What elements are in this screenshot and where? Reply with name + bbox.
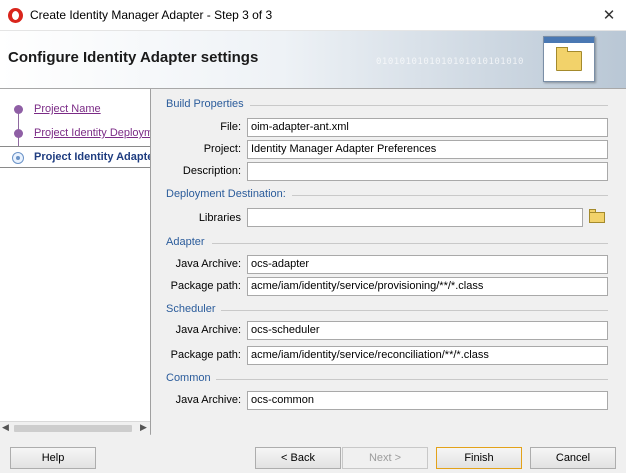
help-button[interactable]: Help [10, 447, 96, 469]
banner-binary-decoration: 0101010101010101010101010 [376, 57, 524, 67]
nav-step-project-name[interactable]: Project Name [0, 99, 150, 121]
section-scheduler: Scheduler [166, 303, 216, 315]
nav-step-project-identity-adapter[interactable]: Project Identity Adapter [0, 146, 151, 168]
back-button[interactable]: < Back [255, 447, 341, 469]
browse-folder-icon[interactable] [588, 209, 606, 223]
nav-step-project-identity-deployment[interactable]: Project Identity Deployment [0, 123, 150, 145]
section-divider [292, 195, 608, 196]
window-title: Create Identity Manager Adapter - Step 3… [30, 8, 273, 22]
nav-step-label[interactable]: Project Name [34, 103, 101, 115]
page-title: Configure Identity Adapter settings [8, 49, 259, 66]
scheduler-archive-label: Java Archive: [175, 324, 241, 336]
step-current-icon [12, 152, 24, 164]
common-archive-label: Java Archive: [175, 394, 241, 406]
step-done-icon [14, 105, 23, 114]
description-field[interactable] [247, 162, 608, 181]
nav-step-label[interactable]: Project Identity Deployment [34, 127, 150, 139]
adapter-package-label: Package path: [170, 280, 241, 292]
description-label: Description: [182, 165, 241, 177]
project-label: Project: [203, 143, 241, 155]
next-button[interactable]: Next > [342, 447, 428, 469]
scroll-left-icon[interactable]: ◀ [2, 423, 9, 433]
wizard-steps-panel: Project Name Project Identity Deployment… [0, 89, 151, 435]
scheduler-package-label: Package path: [170, 349, 241, 361]
adapter-package-field[interactable]: acme/iam/identity/service/provisioning/*… [247, 277, 608, 296]
scroll-right-icon[interactable]: ▶ [140, 423, 147, 433]
section-divider [221, 310, 608, 311]
section-adapter: Adapter [166, 236, 205, 248]
section-divider [250, 105, 608, 106]
scrollbar-thumb[interactable] [14, 425, 132, 432]
section-deployment-destination: Deployment Destination: [166, 188, 286, 200]
title-bar: Create Identity Manager Adapter - Step 3… [0, 0, 626, 31]
file-label: File: [220, 121, 241, 133]
step-done-icon [14, 129, 23, 138]
section-common: Common [166, 372, 211, 384]
adapter-archive-field[interactable]: ocs-adapter [247, 255, 608, 274]
project-field[interactable]: Identity Manager Adapter Preferences [247, 140, 608, 159]
cancel-button[interactable]: Cancel [530, 447, 616, 469]
nav-step-label: Project Identity Adapter [34, 151, 151, 163]
section-divider [216, 379, 608, 380]
wizard-folder-icon [543, 36, 595, 82]
section-divider [212, 243, 608, 244]
scheduler-archive-field[interactable]: ocs-scheduler [247, 321, 608, 340]
adapter-archive-label: Java Archive: [175, 258, 241, 270]
header-banner: Configure Identity Adapter settings 0101… [0, 31, 626, 89]
file-field[interactable]: oim-adapter-ant.xml [247, 118, 608, 137]
close-icon[interactable]: ✕ [596, 4, 622, 26]
app-logo-icon [8, 8, 23, 23]
finish-button[interactable]: Finish [436, 447, 522, 469]
libraries-label: Libraries [198, 212, 241, 224]
libraries-field[interactable] [247, 208, 583, 227]
nav-horizontal-scrollbar[interactable]: ◀ ▶ [0, 421, 150, 435]
common-archive-field[interactable]: ocs-common [247, 391, 608, 410]
scheduler-package-field[interactable]: acme/iam/identity/service/reconciliation… [247, 346, 608, 365]
section-build-properties: Build Properties [166, 98, 244, 110]
